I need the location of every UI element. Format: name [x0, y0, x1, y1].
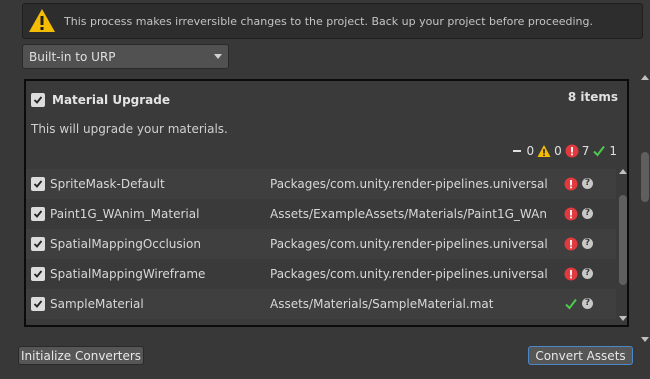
- list-item[interactable]: SpatialMappingOcclusion Packages/com.uni…: [26, 229, 616, 259]
- help-icon[interactable]: ?: [582, 298, 593, 309]
- item-name: SpriteMask-Default: [50, 177, 165, 191]
- scroll-thumb[interactable]: [619, 195, 627, 285]
- success-icon: [565, 298, 577, 310]
- item-path: Packages/com.unity.render-pipelines.univ…: [270, 177, 548, 191]
- item-count: 8 items: [567, 90, 618, 104]
- list-item[interactable]: SpatialMappingWireframe Packages/com.uni…: [26, 259, 616, 289]
- help-icon[interactable]: ?: [582, 178, 593, 189]
- item-path: Packages/com.unity.render-pipelines.univ…: [270, 237, 548, 251]
- error-count: 7: [581, 144, 590, 158]
- checkmark-icon: [33, 300, 43, 308]
- checkmark-icon: [33, 180, 43, 188]
- pending-icon: [513, 150, 522, 152]
- list-scrollbar[interactable]: [619, 169, 627, 321]
- panel-title: Material Upgrade: [52, 93, 171, 107]
- warning-count: 0: [554, 144, 562, 158]
- item-name: SampleMaterial: [50, 297, 144, 311]
- help-icon[interactable]: ?: [582, 238, 593, 249]
- item-list: SpriteMask-Default Packages/com.unity.re…: [26, 169, 616, 325]
- help-icon[interactable]: ?: [582, 208, 593, 219]
- dropdown-selected-value: Built-in to URP: [29, 49, 116, 64]
- item-checkbox[interactable]: [31, 297, 45, 311]
- checkmark-icon: [33, 96, 43, 104]
- success-count: 1: [609, 144, 617, 158]
- help-icon[interactable]: ?: [582, 268, 593, 279]
- error-icon: [565, 144, 579, 158]
- material-upgrade-checkbox[interactable]: [31, 93, 45, 107]
- warning-icon: [29, 9, 55, 32]
- error-icon: [564, 237, 578, 251]
- window-scrollbar[interactable]: [640, 72, 650, 342]
- item-name: SpatialMappingOcclusion: [50, 237, 201, 251]
- item-checkbox[interactable]: [31, 207, 45, 221]
- checkmark-icon: [33, 240, 43, 248]
- initialize-converters-button[interactable]: Initialize Converters: [18, 346, 144, 365]
- list-item[interactable]: SampleMaterial Assets/Materials/SampleMa…: [26, 289, 616, 319]
- converter-panel: Material Upgrade 8 items This will upgra…: [24, 79, 629, 327]
- convert-assets-button[interactable]: Convert Assets: [528, 346, 633, 365]
- item-checkbox[interactable]: [31, 177, 45, 191]
- error-icon: [564, 177, 578, 191]
- warning-banner: This process makes irreversible changes …: [22, 3, 643, 39]
- item-path: Assets/Materials/SampleMaterial.mat: [270, 297, 494, 311]
- error-icon: [564, 207, 578, 221]
- scroll-up-icon[interactable]: [619, 169, 627, 174]
- item-checkbox[interactable]: [31, 237, 45, 251]
- error-icon: [564, 267, 578, 281]
- panel-description: This will upgrade your materials.: [31, 122, 228, 136]
- item-name: SpatialMappingWireframe: [50, 267, 206, 281]
- checkmark-icon: [33, 210, 43, 218]
- success-icon: [593, 145, 606, 157]
- chevron-down-icon: [214, 54, 222, 59]
- list-item[interactable]: SpriteMask-Default Packages/com.unity.re…: [26, 169, 616, 199]
- list-item[interactable]: Paint1G_WAnim_Material Assets/ExampleAss…: [26, 199, 616, 229]
- status-summary: 0 0 7 1: [513, 144, 617, 158]
- pending-count: 0: [526, 144, 535, 158]
- item-path: Assets/ExampleAssets/Materials/Paint1G_W…: [270, 207, 548, 221]
- checkmark-icon: [33, 270, 43, 278]
- item-name: Paint1G_WAnim_Material: [50, 207, 200, 221]
- item-checkbox[interactable]: [31, 267, 45, 281]
- converter-type-dropdown[interactable]: Built-in to URP: [22, 44, 229, 69]
- warning-message: This process makes irreversible changes …: [64, 14, 593, 28]
- warning-small-icon: [537, 145, 551, 157]
- panel-header: Material Upgrade: [31, 93, 170, 107]
- scroll-up-icon[interactable]: [641, 75, 649, 80]
- scroll-down-icon[interactable]: [619, 316, 627, 321]
- item-path: Packages/com.unity.render-pipelines.univ…: [270, 267, 548, 281]
- scroll-thumb[interactable]: [641, 152, 649, 202]
- scroll-down-icon[interactable]: [641, 337, 649, 342]
